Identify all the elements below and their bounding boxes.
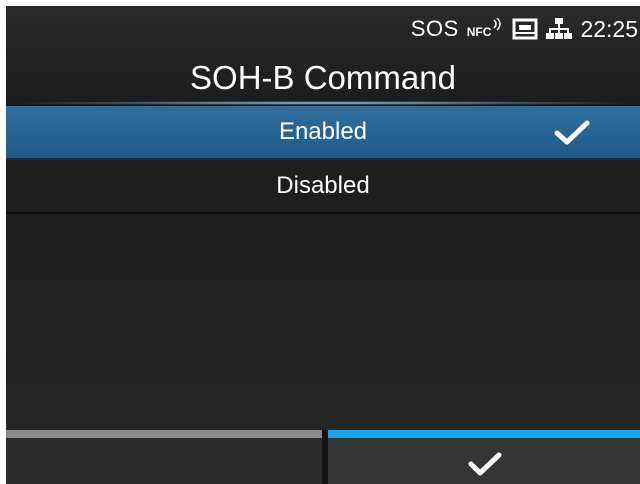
title-underline	[6, 101, 640, 105]
option-label: Enabled	[278, 118, 368, 145]
confirm-button[interactable]	[328, 430, 640, 484]
page-title: SOH-B Command	[190, 59, 456, 96]
card-slot-icon	[512, 18, 538, 40]
status-bar: SOS NFC 22:25	[411, 14, 638, 44]
nfc-label: NFC	[466, 25, 492, 39]
option-list: Enabled Disabled	[6, 106, 640, 430]
checkmark-icon	[554, 120, 590, 145]
option-disabled[interactable]: Disabled	[6, 160, 640, 214]
option-enabled[interactable]: Enabled	[6, 106, 640, 160]
softkey-left[interactable]	[6, 430, 322, 484]
clock: 22:25	[580, 15, 638, 42]
checkmark-icon	[468, 452, 502, 476]
nfc-icon: NFC	[466, 18, 505, 39]
softkey-bar	[6, 430, 640, 484]
nfc-wave-icon	[493, 18, 502, 31]
header: SOS NFC 22:25 SOH-B Command	[6, 6, 640, 105]
sos-indicator: SOS	[410, 16, 459, 41]
network-icon	[546, 18, 573, 39]
printer-screen: SOS NFC 22:25 SOH-B Command Enabled Disa…	[6, 6, 640, 484]
option-label: Disabled	[276, 172, 370, 199]
